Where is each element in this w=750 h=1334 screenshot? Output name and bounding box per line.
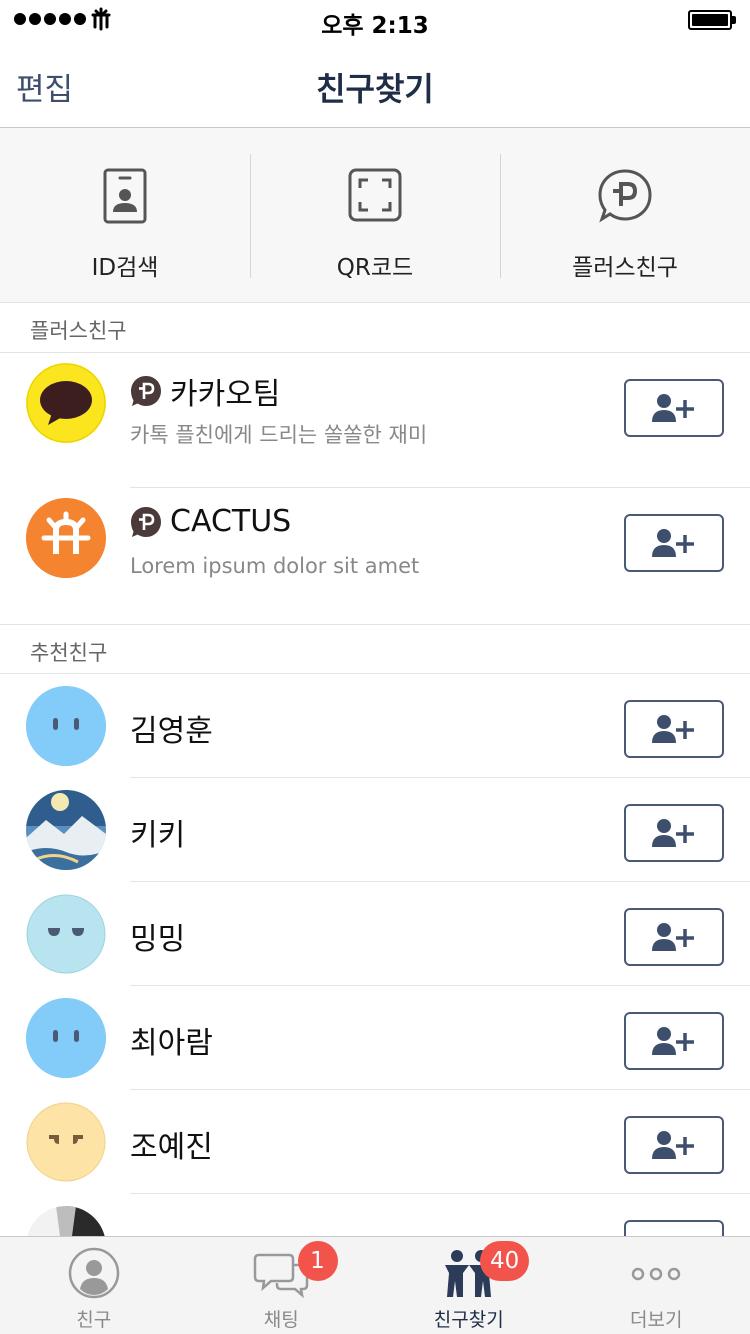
friend-name: 카카오팀 (170, 377, 281, 412)
cactus-logo-icon (26, 498, 106, 578)
qr-code-label: QR코드 (336, 255, 414, 281)
avatar (26, 498, 106, 578)
id-search-label: ID검색 (91, 255, 159, 281)
friend-name: 김영훈 (130, 714, 213, 749)
tab-friends[interactable]: 친구 (0, 1237, 188, 1334)
add-person-icon (652, 394, 694, 422)
add-friend-button[interactable] (624, 804, 724, 862)
list-item[interactable]: 조예진 (0, 1090, 750, 1194)
add-friend-button[interactable] (624, 1012, 724, 1070)
avatar (26, 686, 106, 766)
quick-actions: ID검색 QR코드 플러스친구 (0, 128, 750, 303)
list-item[interactable]: 카카오팀 카톡 플친에게 드리는 쏠쏠한 재미 (0, 353, 750, 488)
add-friend-button[interactable] (624, 1220, 724, 1236)
more-icon (632, 1267, 681, 1281)
plus-friend-icon (598, 169, 652, 223)
friend-description: Lorem ipsum dolor sit amet (130, 554, 420, 578)
list-item[interactable]: 키키 (0, 778, 750, 882)
tab-chat[interactable]: 1 채팅 (188, 1237, 376, 1334)
add-person-icon (652, 1027, 694, 1055)
photo-avatar-icon (26, 1206, 106, 1236)
add-person-icon (652, 923, 694, 951)
add-person-icon (652, 529, 694, 557)
default-face-icon (26, 1102, 106, 1182)
default-face-icon (26, 998, 106, 1078)
add-friend-button[interactable] (624, 700, 724, 758)
status-bar: 오후 2:13 (0, 0, 750, 40)
list-item[interactable]: CACTUS Lorem ipsum dolor sit amet (0, 488, 750, 624)
person-icon (68, 1247, 119, 1299)
avatar (26, 894, 106, 974)
friend-description: 카톡 플친에게 드리는 쏠쏠한 재미 (130, 423, 428, 447)
section-title: 플러스친구 (30, 319, 127, 343)
tab-label: 채팅 (263, 1309, 299, 1331)
plus-friend-badge-icon (131, 376, 161, 406)
add-friend-button[interactable] (624, 379, 724, 437)
edit-button[interactable]: 편집 (16, 64, 73, 109)
list-item[interactable]: 최아람 (0, 986, 750, 1090)
qr-scan-icon (348, 168, 402, 222)
friend-name: 최아람 (130, 1026, 213, 1061)
add-person-icon (652, 715, 694, 743)
default-face-icon (26, 686, 106, 766)
avatar (26, 790, 106, 870)
new-friends-badge: 40 (480, 1241, 530, 1281)
landscape-photo-icon (26, 790, 106, 870)
list-item[interactable]: 김영훈 (0, 674, 750, 778)
tab-bar: 친구 1 채팅 40 친구찾기 더보기 (0, 1236, 750, 1334)
tab-find-friends[interactable]: 40 친구찾기 (375, 1237, 563, 1334)
add-person-icon (652, 819, 694, 847)
kakao-talk-logo-icon (26, 363, 106, 443)
add-friend-button[interactable] (624, 1116, 724, 1174)
tab-more[interactable]: 더보기 (563, 1237, 750, 1334)
list-item[interactable]: 밍밍 (0, 882, 750, 986)
friend-name: CACTUS (170, 504, 292, 539)
list-item[interactable] (0, 1194, 750, 1236)
tab-label: 친구찾기 (433, 1309, 504, 1331)
default-face-icon (26, 894, 106, 974)
friend-name: 키키 (130, 818, 186, 853)
tab-label: 더보기 (630, 1309, 683, 1331)
section-header-plus-friends: 플러스친구 (0, 303, 750, 353)
friend-name: 조예진 (130, 1130, 213, 1165)
avatar (26, 998, 106, 1078)
page-title: 친구찾기 (316, 70, 434, 108)
nav-bar: 편집 친구찾기 (0, 40, 750, 128)
id-card-icon (103, 168, 147, 224)
plus-friend-button[interactable]: 플러스친구 (500, 128, 750, 302)
id-search-button[interactable]: ID검색 (0, 128, 250, 302)
plus-friend-badge-icon (131, 506, 161, 537)
battery-icon (688, 10, 736, 30)
qr-code-button[interactable]: QR코드 (250, 128, 500, 302)
section-header-recommended: 추천친구 (0, 624, 750, 674)
tab-label: 친구 (76, 1309, 112, 1331)
avatar (26, 1102, 106, 1182)
friend-name: 밍밍 (130, 922, 186, 957)
avatar (26, 1206, 106, 1236)
section-title: 추천친구 (30, 641, 108, 665)
avatar (26, 363, 106, 443)
plus-friend-label: 플러스친구 (572, 255, 678, 281)
status-time: 오후 2:13 (321, 13, 429, 39)
add-friend-button[interactable] (624, 908, 724, 966)
add-person-icon (652, 1131, 694, 1159)
add-friend-button[interactable] (624, 514, 724, 572)
unread-badge: 1 (297, 1241, 338, 1281)
